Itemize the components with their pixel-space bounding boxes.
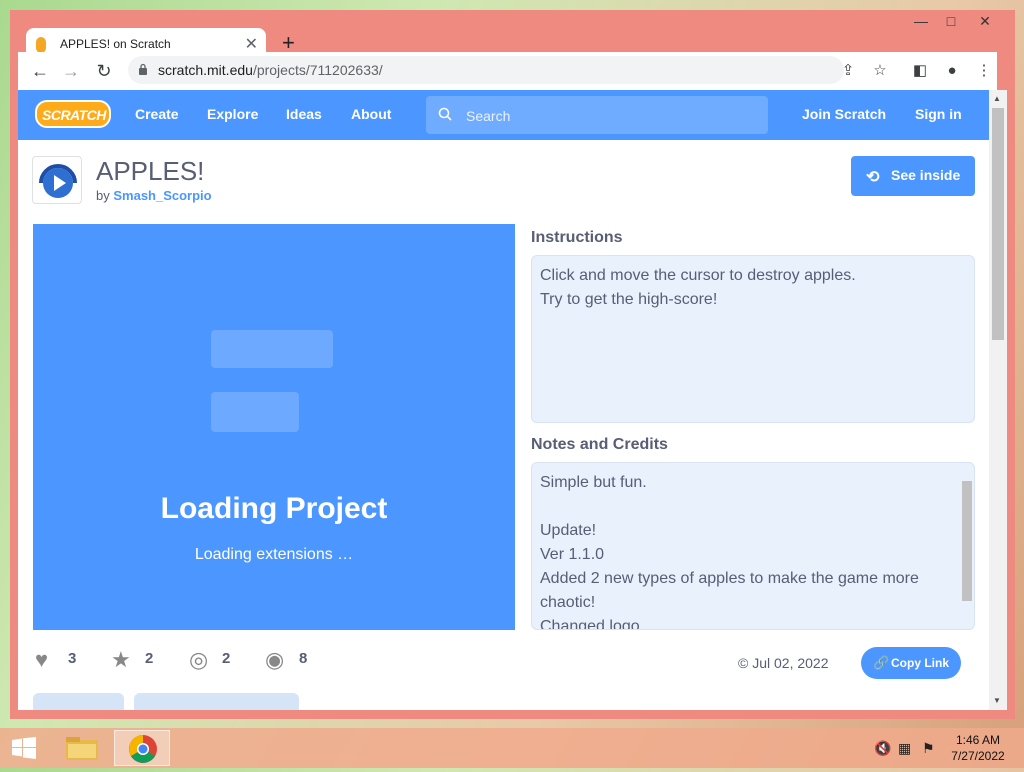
- join-scratch-link[interactable]: Join Scratch: [802, 106, 886, 122]
- profile-icon[interactable]: ●: [942, 62, 962, 80]
- nav-ideas[interactable]: Ideas: [286, 106, 322, 122]
- close-window-button[interactable]: ✕: [970, 10, 1000, 32]
- views-eye-icon: ◉: [265, 647, 285, 672]
- remix-spiral-icon: ◎: [189, 647, 209, 672]
- copy-link-label: Copy Link: [891, 656, 950, 670]
- notes-line: [540, 495, 954, 519]
- nav-create[interactable]: Create: [135, 106, 179, 122]
- loading-title: Loading Project: [160, 492, 388, 525]
- remix-count: 2: [222, 650, 231, 667]
- scratch-logo[interactable]: SCRATCH: [35, 100, 111, 128]
- notes-line: Update!: [540, 522, 597, 539]
- loading-block-bottom: [211, 392, 299, 432]
- taskbar: 🔇 ▦ ⚑ 1:46 AM 7/27/2022: [0, 728, 1024, 768]
- notes-box[interactable]: Simple but fun. Update! Ver 1.1.0 Added …: [531, 462, 975, 630]
- lock-icon: [139, 63, 147, 75]
- love-heart-icon[interactable]: ♥: [35, 649, 48, 671]
- notes-scroll-thumb[interactable]: [962, 481, 972, 601]
- side-panel-icon[interactable]: ◧: [910, 62, 930, 80]
- author-avatar[interactable]: [32, 156, 82, 204]
- action-center-flag-icon[interactable]: ⚑: [922, 740, 935, 757]
- instructions-line: Click and move the cursor to destroy app…: [540, 267, 856, 284]
- project-title: APPLES!: [96, 156, 205, 186]
- volume-muted-icon[interactable]: 🔇: [874, 740, 891, 757]
- loading-block-top: [211, 330, 333, 368]
- shared-date: © Jul 02, 2022: [738, 655, 829, 671]
- browser-toolbar: ← → ↻ scratch.mit.edu/projects/711202633…: [18, 52, 997, 90]
- nav-explore[interactable]: Explore: [207, 106, 258, 122]
- instructions-line: Try to get the high-score!: [540, 291, 718, 308]
- page-scroll-thumb[interactable]: [992, 108, 1004, 340]
- copy-link-button[interactable]: 🔗 Copy Link: [861, 647, 961, 679]
- see-inside-button[interactable]: ⟲ See inside: [851, 156, 975, 196]
- chrome-taskbar[interactable]: [114, 730, 170, 766]
- url-host: scratch.mit.edu: [158, 62, 253, 78]
- page-scrollbar[interactable]: ▲ ▼: [989, 90, 1007, 710]
- headphones-play-icon: [39, 164, 77, 198]
- menu-kebab-icon[interactable]: ⋮: [974, 62, 994, 80]
- logo-text: SCRATCH: [42, 107, 106, 123]
- chrome-icon: [129, 735, 157, 763]
- back-button[interactable]: ←: [29, 60, 51, 82]
- share-icon[interactable]: ⇪: [838, 62, 858, 80]
- favorite-count: 2: [145, 650, 154, 667]
- studio-tile[interactable]: [134, 693, 299, 710]
- notes-line: Added 2 new types of apples to make the …: [540, 570, 919, 611]
- reload-button[interactable]: ↻: [93, 60, 115, 82]
- instructions-heading: Instructions: [531, 229, 623, 246]
- new-tab-button[interactable]: +: [282, 32, 295, 54]
- instructions-box[interactable]: Click and move the cursor to destroy app…: [531, 255, 975, 423]
- minimize-button[interactable]: —: [906, 10, 936, 32]
- link-icon: 🔗: [873, 655, 890, 670]
- clock-date: 7/27/2022: [951, 749, 1005, 763]
- tab-title: APPLES! on Scratch: [60, 37, 171, 51]
- notes-line: Ver 1.1.0: [540, 546, 605, 563]
- notes-line: Simple but fun.: [540, 474, 647, 491]
- network-icon[interactable]: ▦: [898, 740, 911, 757]
- nav-about[interactable]: About: [351, 106, 391, 122]
- sign-in-link[interactable]: Sign in: [915, 106, 962, 122]
- system-clock[interactable]: 1:46 AM 7/27/2022: [946, 732, 1010, 764]
- page-viewport: SCRATCH Create Explore Ideas About Searc…: [18, 90, 989, 710]
- file-explorer-taskbar[interactable]: [54, 730, 110, 766]
- address-bar[interactable]: scratch.mit.edu/projects/711202633/: [128, 56, 844, 84]
- notes-line: Changed logo: [540, 618, 640, 630]
- favorite-star-icon[interactable]: ★: [111, 649, 131, 671]
- url-text: scratch.mit.edu/projects/711202633/: [158, 62, 383, 78]
- scratch-favicon-icon: [36, 37, 46, 53]
- search-box[interactable]: Search: [426, 96, 768, 134]
- forward-button[interactable]: →: [60, 60, 82, 82]
- notes-scrollbar[interactable]: [962, 467, 972, 625]
- clock-time: 1:46 AM: [955, 733, 1001, 747]
- project-byline: by Smash_Scorpio: [96, 188, 212, 203]
- see-inside-label: See inside: [891, 167, 961, 183]
- project-player[interactable]: Loading Project Loading extensions …: [33, 224, 515, 630]
- loading-subtitle: Loading extensions …: [194, 546, 354, 563]
- url-path: /projects/711202633/: [252, 62, 383, 78]
- love-count: 3: [68, 650, 77, 667]
- bookmark-star-icon[interactable]: ☆: [870, 62, 890, 80]
- view-count: 8: [299, 650, 308, 667]
- windows-start-icon[interactable]: [12, 737, 36, 759]
- maximize-button[interactable]: □: [936, 10, 966, 32]
- scroll-down-icon[interactable]: ▼: [993, 696, 1001, 705]
- scratch-navbar: SCRATCH Create Explore Ideas About Searc…: [18, 90, 989, 140]
- scroll-up-icon[interactable]: ▲: [993, 94, 1001, 103]
- tab-close-icon[interactable]: ✕: [245, 34, 258, 54]
- search-icon: [438, 107, 452, 121]
- author-link[interactable]: Smash_Scorpio: [113, 188, 211, 203]
- by-label: by: [96, 188, 110, 203]
- notes-heading: Notes and Credits: [531, 436, 668, 453]
- search-placeholder: Search: [466, 108, 511, 124]
- studio-tile[interactable]: [33, 693, 124, 710]
- folder-icon: [66, 737, 98, 760]
- remix-arrows-icon: ⟲: [866, 169, 880, 186]
